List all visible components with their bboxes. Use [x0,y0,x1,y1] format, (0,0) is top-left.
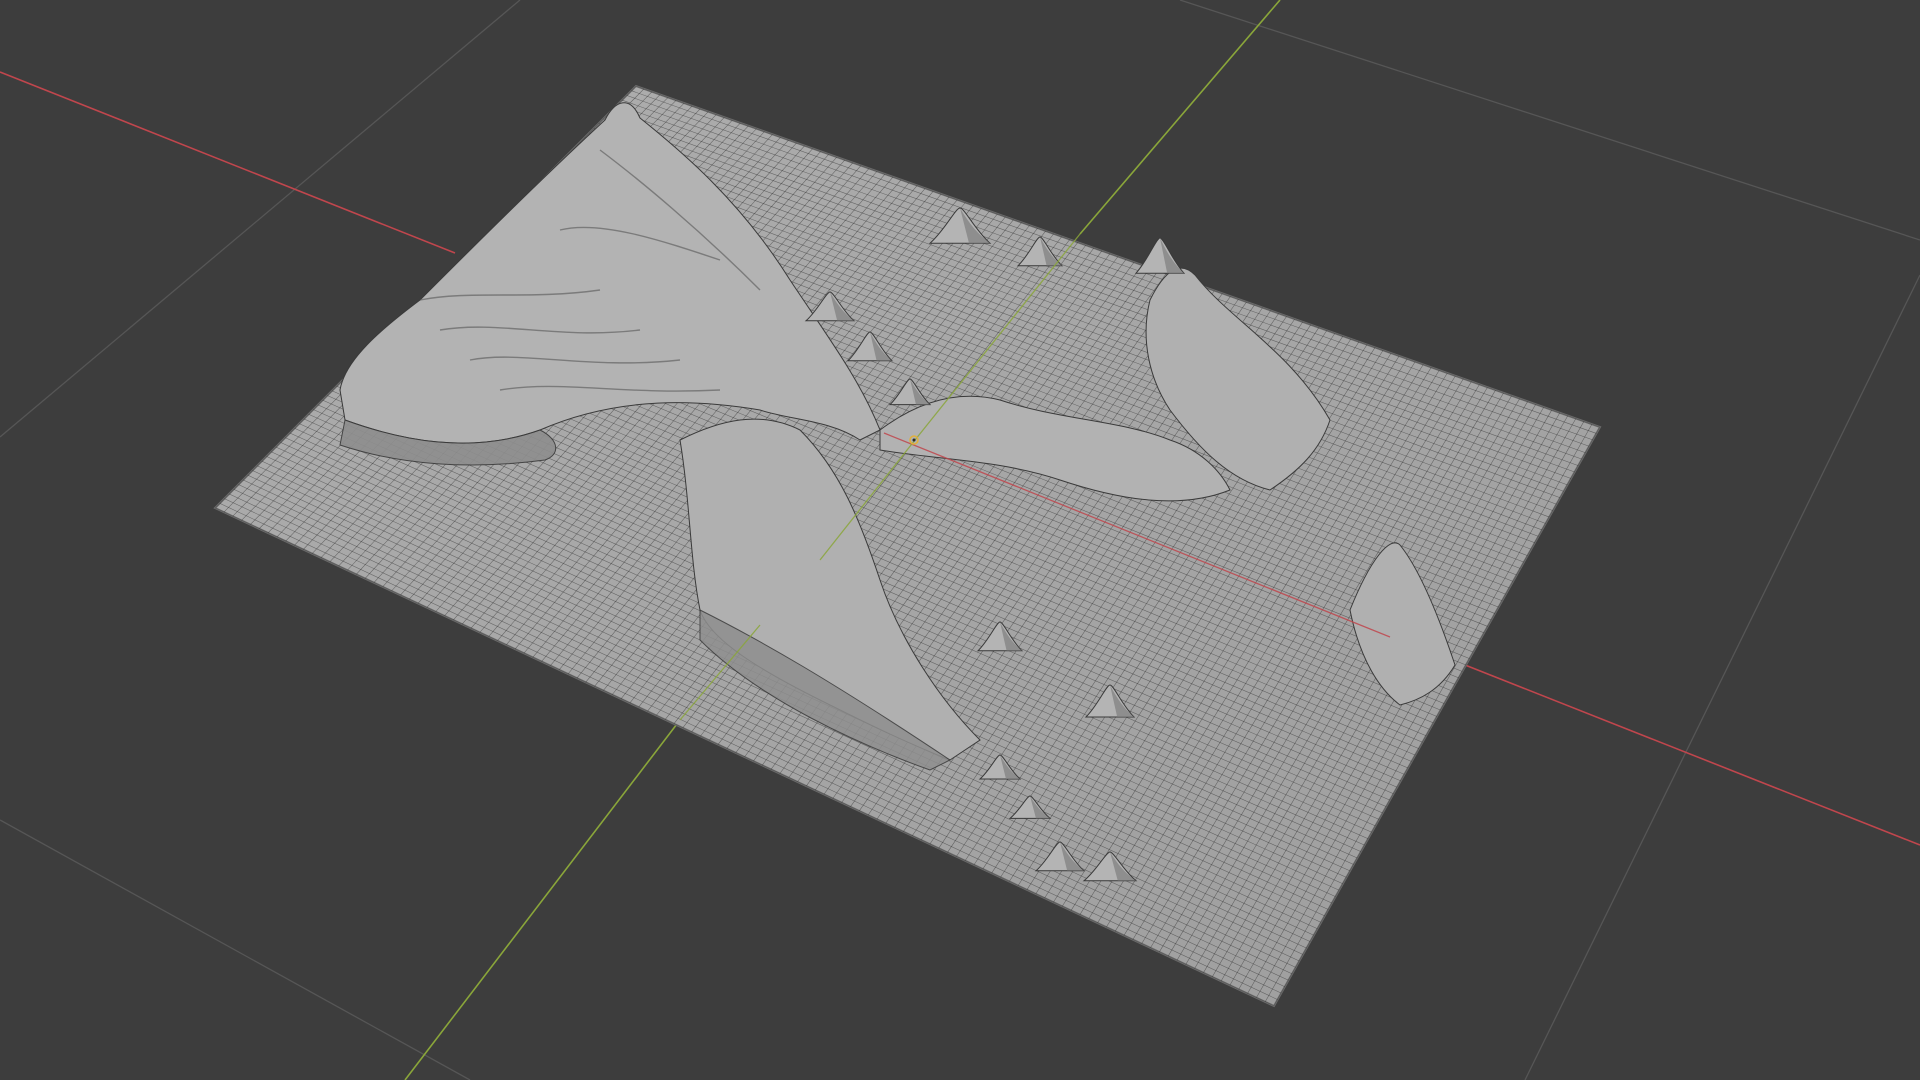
3d-viewport[interactable] [0,0,1920,1080]
x-axis-line [1459,662,1920,846]
y-axis-line [404,719,681,1080]
grid-line [0,819,471,1080]
x-axis-line [0,71,456,254]
terrain-mesh[interactable] [213,84,1602,1008]
y-axis-line [1079,0,1281,235]
viewport-canvas[interactable] [0,0,1920,1080]
grid-line [1524,274,1920,1080]
grid-line [1179,0,1920,241]
